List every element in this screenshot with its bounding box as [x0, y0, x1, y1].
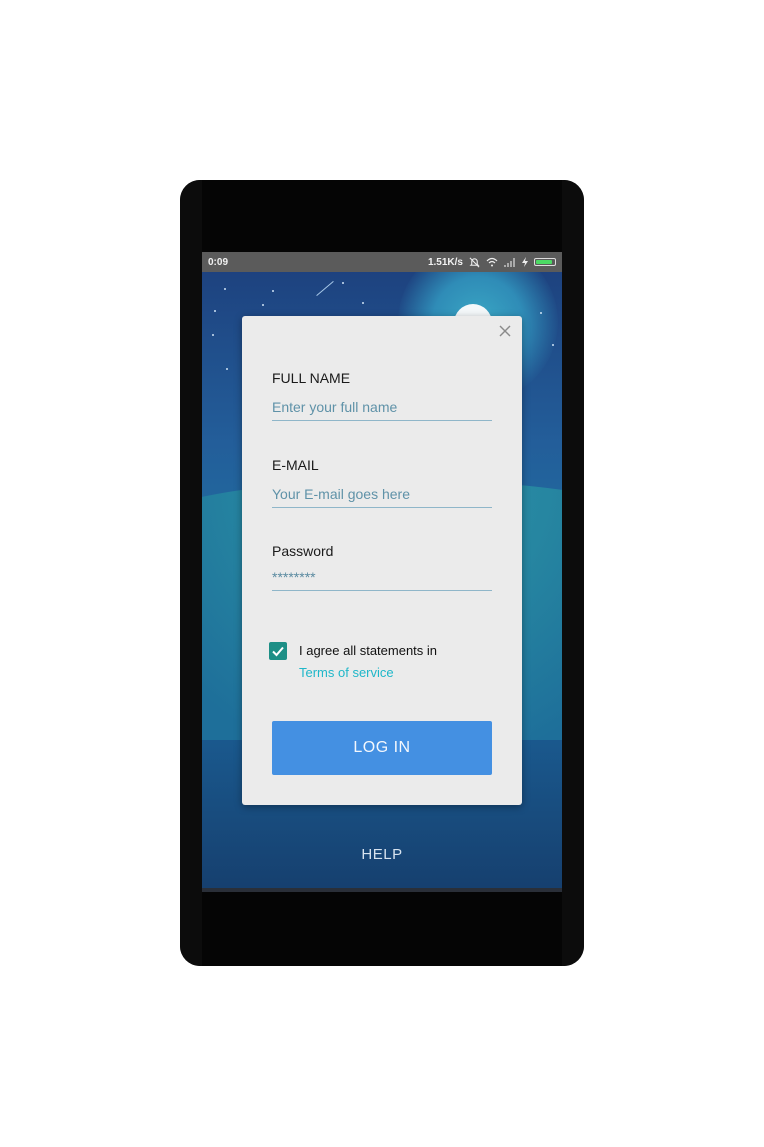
status-time: 0:09	[208, 256, 229, 268]
terms-of-service-link[interactable]: Terms of service	[299, 665, 394, 680]
full-name-input[interactable]	[272, 394, 492, 421]
star	[540, 312, 542, 314]
password-label: Password	[272, 543, 334, 559]
charging-icon	[522, 257, 528, 267]
star	[342, 282, 344, 284]
star	[262, 304, 264, 306]
agree-checkbox[interactable]	[269, 642, 287, 660]
star	[224, 288, 226, 290]
star	[272, 290, 274, 292]
mute-icon	[469, 257, 480, 267]
star	[214, 310, 216, 312]
close-icon[interactable]	[498, 324, 512, 338]
login-button[interactable]: LOG IN	[272, 721, 492, 775]
signal-icon	[504, 257, 515, 267]
status-icons: 1.51K/s	[428, 257, 556, 268]
agree-text: I agree all statements in	[299, 643, 438, 658]
check-icon	[272, 646, 284, 657]
status-bar: 0:09 1.51K/s	[202, 252, 562, 272]
star	[552, 344, 554, 346]
battery-icon	[534, 258, 556, 266]
star	[362, 302, 364, 304]
login-dialog: FULL NAME E-MAIL Password I agree all st…	[242, 316, 522, 805]
phone-edge-left	[180, 180, 202, 966]
email-label: E-MAIL	[272, 457, 319, 473]
phone-edge-right	[562, 180, 584, 966]
star	[212, 334, 214, 336]
help-link[interactable]: HELP	[202, 846, 562, 863]
meteor-illustration	[316, 281, 334, 296]
email-input[interactable]	[272, 481, 492, 508]
full-name-label: FULL NAME	[272, 370, 351, 386]
password-input[interactable]	[272, 564, 492, 591]
battery-fill	[536, 260, 553, 264]
wifi-icon	[486, 257, 498, 267]
star	[226, 368, 228, 370]
nav-strip	[202, 888, 562, 892]
network-speed: 1.51K/s	[427, 256, 463, 268]
